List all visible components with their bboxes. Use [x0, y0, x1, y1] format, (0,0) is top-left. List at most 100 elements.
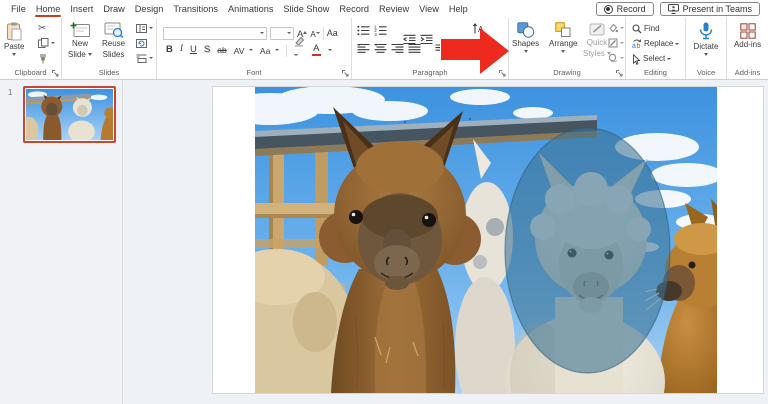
copy-button[interactable] [38, 37, 55, 49]
slides-group-label: Slides [98, 68, 120, 77]
slide-layout-button[interactable] [136, 22, 153, 34]
tab-draw[interactable]: Draw [98, 2, 129, 17]
slide-photo[interactable] [255, 87, 717, 393]
justify-button[interactable] [408, 43, 421, 54]
font-group-label: Font [246, 68, 262, 77]
tab-help[interactable]: Help [444, 2, 473, 17]
align-left-icon [357, 43, 370, 53]
clear-formatting-button[interactable]: Aa [327, 28, 338, 38]
select-button[interactable]: Select [632, 53, 679, 65]
chevron-down-icon [248, 48, 253, 51]
tab-transitions[interactable]: Transitions [168, 2, 223, 17]
separator [322, 26, 324, 40]
chevron-down-icon [88, 52, 93, 56]
chevron-down-icon [620, 27, 624, 29]
quick-styles-button[interactable]: Quick Styles [583, 19, 612, 58]
shape-effects-button[interactable] [608, 52, 624, 64]
strikethrough-button[interactable]: ab [217, 46, 226, 55]
dictate-button[interactable]: Dictate [690, 19, 722, 56]
chevron-down-icon [523, 49, 528, 53]
slide-1-thumbnail[interactable] [23, 86, 116, 143]
italic-button[interactable]: I [180, 45, 183, 55]
section-button[interactable] [136, 52, 153, 64]
reset-slide-button[interactable] [136, 37, 153, 49]
dictate-label: Dictate [693, 42, 719, 51]
drawing-dialog-launcher[interactable] [616, 70, 623, 77]
section-icon [136, 54, 147, 63]
record-button[interactable]: Record [595, 2, 654, 16]
reuse-slides-label-2: Slides [102, 49, 125, 59]
change-case-glyph: Aa [259, 46, 271, 56]
align-right-icon [391, 43, 404, 53]
paste-button[interactable]: Paste [4, 19, 24, 56]
select-label: Select [643, 54, 666, 64]
chevron-down-icon [260, 32, 264, 34]
clipboard-dialog-launcher[interactable] [52, 70, 59, 77]
microphone-icon [699, 22, 713, 40]
tab-review[interactable]: Review [374, 2, 414, 17]
font-size-combobox[interactable] [270, 26, 294, 40]
tab-slide-show[interactable]: Slide Show [278, 2, 334, 17]
underline-button[interactable]: U [190, 45, 197, 55]
slide-canvas[interactable] [213, 87, 763, 393]
voice-group-label: Voice [696, 68, 716, 77]
tab-record[interactable]: Record [334, 2, 374, 17]
titlebar-actions: Record Present in Teams [595, 2, 760, 16]
text-highlight-button[interactable] [293, 36, 305, 65]
align-center-icon [374, 43, 387, 53]
chevron-down-icon [315, 31, 320, 34]
separator [285, 43, 287, 57]
teams-screen-icon [667, 4, 679, 14]
shape-fill-button[interactable] [608, 22, 624, 34]
find-label: Find [644, 24, 660, 34]
format-painter-button[interactable] [38, 52, 55, 64]
bold-button[interactable]: B [166, 45, 173, 55]
select-cursor-icon [633, 53, 641, 65]
arrange-button[interactable]: Arrange [549, 19, 577, 53]
tab-animations[interactable]: Animations [223, 2, 278, 17]
tab-view[interactable]: View [414, 2, 444, 17]
font-dialog-launcher[interactable] [342, 70, 349, 77]
replace-button[interactable]: ab Replace [632, 38, 680, 50]
font-color-button[interactable]: A [311, 44, 321, 56]
paste-clipboard-icon [7, 22, 22, 41]
chevron-down-icon [704, 52, 708, 56]
find-button[interactable]: Find [632, 23, 679, 35]
change-case-button[interactable]: Aa [260, 41, 279, 59]
tab-design[interactable]: Design [130, 2, 169, 17]
text-shadow-button[interactable]: S [204, 45, 210, 55]
format-painter-icon [40, 53, 46, 63]
bullet-list-icon [357, 25, 370, 36]
reuse-slides-icon [104, 22, 124, 38]
tab-home[interactable]: Home [31, 2, 66, 17]
slide-number: 1 [8, 88, 13, 97]
cut-button[interactable]: ✂ [38, 22, 55, 34]
addins-button[interactable]: Add-ins [732, 20, 763, 50]
character-spacing-button[interactable]: AV [234, 41, 253, 59]
voice-group: Dictate Voice [686, 18, 727, 79]
align-center-button[interactable] [374, 43, 387, 54]
tab-insert[interactable]: Insert [65, 2, 98, 17]
tab-file[interactable]: File [6, 2, 31, 17]
reuse-slides-button[interactable]: Reuse Slides [102, 19, 125, 59]
chevron-down-icon [293, 54, 298, 57]
editing-group: Find ab Replace Select Editing [626, 18, 686, 79]
quick-styles-icon [589, 23, 605, 36]
new-slide-button[interactable]: New Slide [68, 19, 93, 59]
slide-layout-icon [136, 23, 147, 33]
shapes-button[interactable]: Shapes [512, 19, 539, 53]
shape-outline-button[interactable] [608, 37, 624, 49]
decrease-font-size-button[interactable]: A [310, 24, 320, 42]
chevron-down-icon [620, 42, 624, 44]
record-dot-icon [603, 4, 613, 14]
present-in-teams-button[interactable]: Present in Teams [659, 2, 760, 16]
font-name-combobox[interactable] [163, 26, 267, 40]
align-right-button[interactable] [391, 43, 404, 54]
ellipse-shape-overlay[interactable] [505, 128, 670, 373]
cut-icon: ✂ [38, 22, 47, 34]
svg-text:b: b [637, 43, 641, 49]
font-group: A A Aa B I U S ab AV Aa A Font [157, 18, 352, 79]
align-left-button[interactable] [357, 43, 370, 54]
highlight-pen-icon [294, 36, 304, 47]
copy-icon [38, 38, 49, 48]
